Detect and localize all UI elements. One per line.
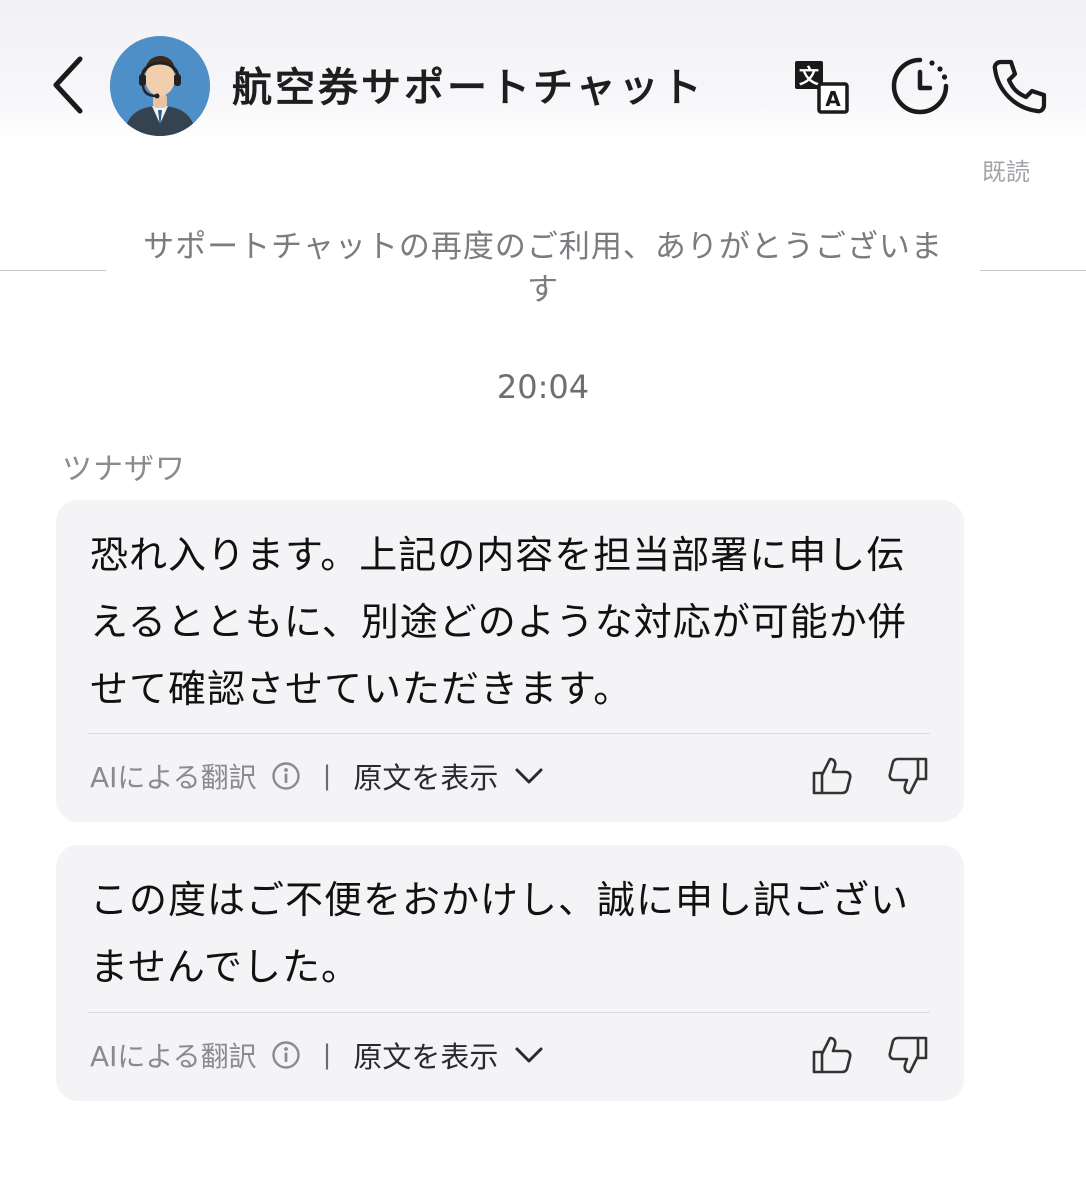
ai-translation-label: AIによる翻訳 [90,761,257,794]
system-notice-text: サポートチャットの再度のご利用、ありがとうございます [143,229,943,308]
bubble-divider [88,1012,930,1013]
translate-button[interactable]: 文 A [790,55,852,117]
show-original-label: 原文を表示 [353,1040,499,1074]
info-icon[interactable] [271,1040,301,1070]
message-timestamp: 20:04 [496,368,590,406]
ai-translation-label: AIによる翻訳 [90,1040,257,1073]
thumbs-up-icon [812,757,852,795]
thumbs-down-button[interactable] [886,1033,930,1077]
agent-avatar[interactable] [110,36,210,136]
footer-separator: | [322,1040,332,1070]
message-bubble[interactable]: 恐れ入ります。上記の内容を担当部署に申し伝えるとともに、別途どのような対応が可能… [56,500,964,822]
show-original-label: 原文を表示 [353,761,499,795]
read-receipt: 既読 [982,158,1030,186]
message-text: この度はご不便をおかけし、誠に申し訳ございませんでした。 [90,878,910,989]
chevron-down-icon [512,761,546,791]
show-original-toggle[interactable]: 原文を表示 [353,755,546,797]
svg-text:文: 文 [799,64,820,88]
bubble-divider [88,733,930,734]
translation-bar: AIによる翻訳 | 原文を表示 [90,1033,932,1077]
thumbs-down-icon [888,1036,928,1074]
chat-screen: 航空券サポートチャット 文 A 既読 サポートチャットの再度のご利用、ありがとう… [0,0,1086,1200]
chat-title: 航空券サポートチャット [232,65,705,111]
message-text: 恐れ入ります。上記の内容を担当部署に申し伝えるとともに、別途どのような対応が可能… [90,533,907,711]
thumbs-down-icon [888,757,928,795]
translate-icon: 文 A [795,61,849,114]
footer-separator: | [322,761,332,791]
history-button[interactable] [889,55,951,117]
translation-bar: AIによる翻訳 | 原文を表示 [90,754,932,798]
phone-icon [992,59,1047,114]
agent-headset-icon [110,36,210,136]
chat-header: 航空券サポートチャット 文 A [0,0,1086,140]
divider-right [980,270,1086,271]
thumbs-up-button[interactable] [810,1033,854,1077]
call-button[interactable] [988,55,1050,117]
thumbs-down-button[interactable] [886,754,930,798]
chevron-left-icon [53,56,83,114]
svg-text:A: A [825,87,841,111]
thumbs-up-icon [812,1036,852,1074]
info-icon[interactable] [271,761,301,791]
sender-name: ツナザワ [62,452,186,487]
back-button[interactable] [38,50,98,120]
message-bubble[interactable]: この度はご不便をおかけし、誠に申し訳ございませんでした。 AIによる翻訳 | 原… [56,845,964,1101]
divider-left [0,270,106,271]
thumbs-up-button[interactable] [810,754,854,798]
history-clock-icon [891,57,949,115]
chevron-down-icon [512,1040,546,1070]
show-original-toggle[interactable]: 原文を表示 [353,1034,546,1076]
